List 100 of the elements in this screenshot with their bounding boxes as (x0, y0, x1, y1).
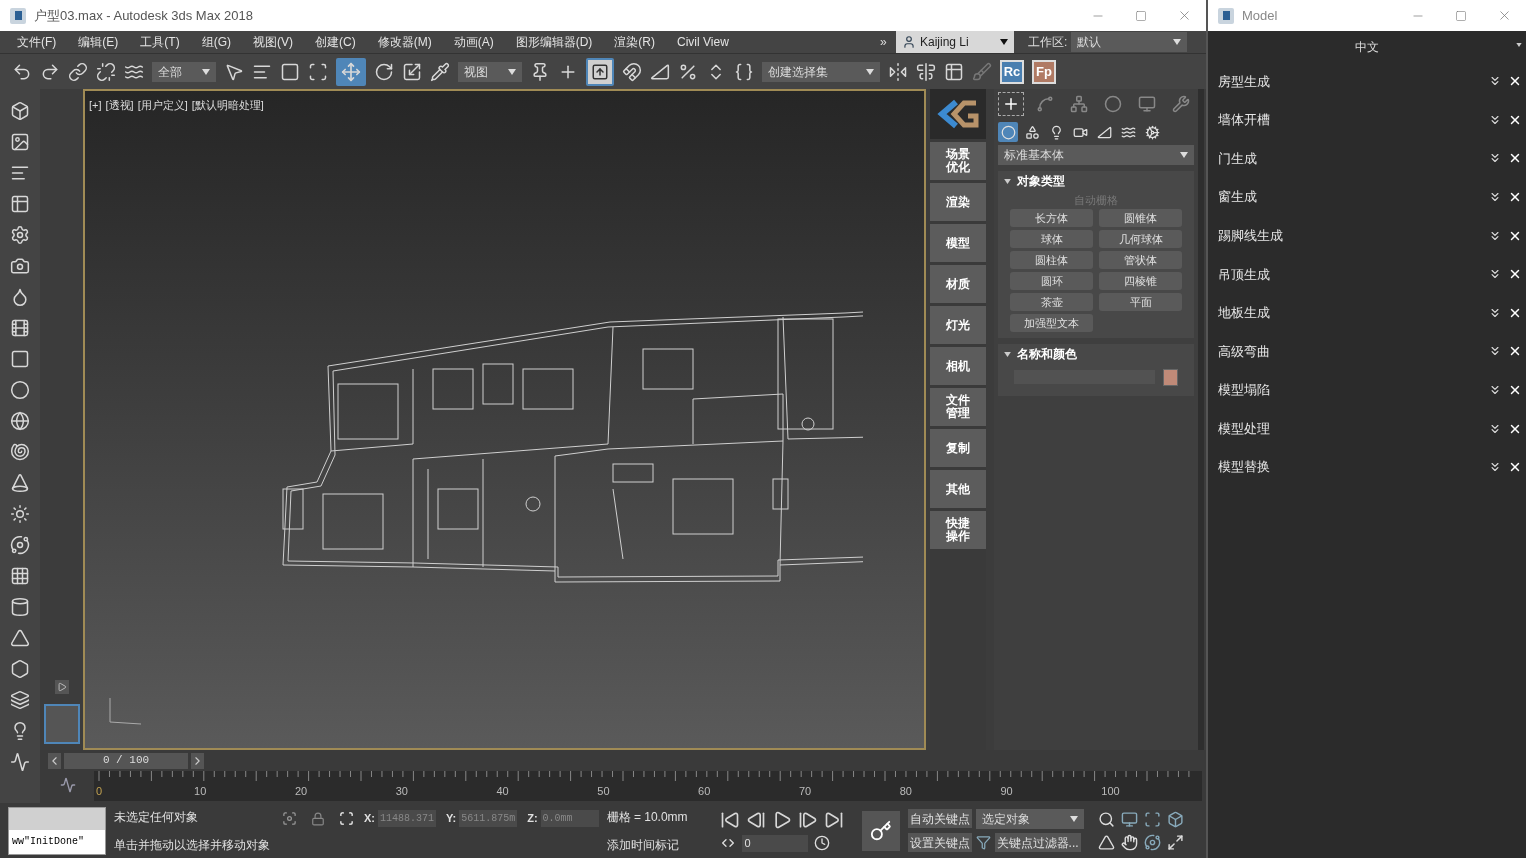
menu-item[interactable]: 文件(F) (17, 33, 57, 51)
menu-item[interactable]: 视图(V) (253, 33, 293, 51)
droplet-icon[interactable] (10, 287, 30, 307)
orbit-icon[interactable] (1143, 833, 1161, 851)
plugin-panel-button[interactable]: 渲染 (930, 183, 986, 221)
language-dropdown[interactable]: 中文 (1355, 37, 1379, 56)
plugin-panel-button[interactable]: 快捷操作 (930, 511, 986, 549)
module-item[interactable]: 吊顶生成 (1218, 264, 1488, 284)
viewport-thumbnail[interactable] (43, 704, 80, 744)
close-button[interactable] (1177, 8, 1192, 23)
track-bar[interactable]: 0 10 20 30 40 50 60 70 80 90 100 (94, 771, 1202, 801)
menu-item[interactable]: 修改器(M) (377, 33, 432, 51)
curve-editor-icon[interactable] (60, 777, 76, 793)
rollout-title[interactable]: 对象类型 (1017, 172, 1065, 190)
primitive-button[interactable]: 球体 (1010, 230, 1093, 248)
plugin-button[interactable]: Fp (1032, 59, 1056, 84)
next-frame-button[interactable] (191, 752, 204, 769)
expand-arrow-icon[interactable] (1004, 351, 1011, 357)
command-tab[interactable] (998, 92, 1024, 116)
triangle-icon[interactable] (10, 628, 30, 648)
primitive-button[interactable]: 加强型文本 (1010, 314, 1093, 332)
field-of-view-icon[interactable] (1097, 833, 1115, 851)
menu-overflow-button[interactable]: » (880, 33, 896, 51)
primitive-button[interactable]: 四棱锥 (1099, 272, 1182, 290)
primitive-button[interactable]: 管状体 (1099, 251, 1182, 269)
plugin-button[interactable]: Rc (1000, 59, 1024, 84)
menu-item[interactable]: Civil View (677, 33, 729, 51)
viewport-label[interactable]: [默认明暗处理] (191, 97, 264, 114)
pin-icon[interactable] (530, 61, 550, 82)
maximize-viewport-icon[interactable] (1166, 833, 1184, 851)
zoom-icon[interactable] (1097, 810, 1115, 828)
magnet-icon[interactable] (622, 61, 642, 82)
frame-icon[interactable] (1143, 810, 1161, 828)
module-item[interactable]: 踢脚线生成 (1218, 225, 1488, 246)
module-item[interactable]: 地板生成 (1218, 303, 1488, 323)
plugin-panel-button[interactable]: 灯光 (930, 306, 986, 344)
close-button[interactable] (1497, 8, 1512, 23)
monitor-icon[interactable] (1120, 810, 1138, 828)
cylinder-icon[interactable] (10, 597, 30, 617)
selection-filter-dropdown[interactable]: 全部 (152, 61, 216, 82)
box-icon[interactable] (10, 101, 30, 121)
primitive-button[interactable]: 平面 (1099, 293, 1182, 311)
add-time-tag-button[interactable]: 添加时间标记 (606, 835, 712, 854)
viewport[interactable]: [+] [透视] [用户定义] [默认明暗处理] (83, 89, 926, 750)
shell-icon[interactable] (10, 442, 30, 462)
module-item[interactable]: 模型塌陷 (1218, 380, 1488, 400)
primitive-button[interactable]: 圆锥体 (1099, 209, 1182, 227)
module-item[interactable]: 高级弯曲 (1218, 341, 1488, 362)
viewport-label[interactable]: [用户定义] (137, 97, 188, 114)
frame-field[interactable]: 0 (741, 834, 808, 852)
plugin-panel-button[interactable]: 模型 (930, 224, 986, 262)
set-key-mode-button[interactable]: 设置关键点 (907, 833, 972, 852)
manipulate-button[interactable] (586, 57, 614, 86)
module-item[interactable]: 窗生成 (1218, 187, 1488, 207)
rotate-icon[interactable] (374, 61, 394, 82)
primitive-button[interactable]: 长方体 (1010, 209, 1093, 227)
align-icon[interactable] (916, 61, 936, 82)
menu-item[interactable]: 组(G) (201, 33, 231, 51)
plugin-panel-button[interactable]: 复制 (930, 429, 986, 467)
set-key-button[interactable] (861, 810, 900, 851)
grid-icon[interactable] (10, 566, 30, 586)
menu-item[interactable]: 工具(T) (140, 33, 180, 51)
sphere-icon[interactable] (10, 411, 30, 431)
plugin-panel-button[interactable]: 材质 (930, 265, 986, 303)
primitive-button[interactable]: 圆环 (1010, 272, 1093, 290)
expand-arrow-icon[interactable] (1004, 178, 1011, 184)
module-item[interactable]: 门生成 (1218, 148, 1488, 169)
time-configuration-icon[interactable] (813, 835, 830, 851)
menu-item[interactable]: 图形编辑器(D) (515, 33, 593, 51)
menu-item[interactable]: 创建(C) (315, 33, 356, 51)
image-icon[interactable] (10, 132, 30, 152)
key-filters-button[interactable]: 关键点过滤器... (994, 833, 1081, 852)
previous-frame-button[interactable] (48, 752, 61, 769)
pipette-icon[interactable] (430, 61, 450, 82)
scan-icon[interactable] (308, 61, 328, 82)
plugin-panel-button[interactable]: 文件管理 (930, 388, 986, 426)
logo-icon[interactable] (930, 89, 986, 139)
category-button[interactable] (998, 122, 1018, 142)
braces-icon[interactable] (734, 61, 754, 82)
circle-icon[interactable] (10, 380, 30, 400)
film-icon[interactable] (10, 318, 30, 338)
layers-icon[interactable] (10, 690, 30, 710)
key-target-dropdown[interactable]: 选定对象 (975, 809, 1084, 829)
hexagon-icon[interactable] (10, 659, 30, 679)
viewport-label[interactable]: [+] (89, 97, 102, 114)
absolute-mode-icon[interactable] (339, 811, 354, 826)
coordinate-system-dropdown[interactable]: 视图 (458, 61, 522, 82)
color-swatch[interactable] (1163, 368, 1178, 386)
square-icon[interactable] (280, 61, 300, 82)
module-item[interactable]: 模型处理 (1218, 418, 1488, 439)
menu-item[interactable]: 编辑(E) (78, 33, 119, 51)
isolate-icon[interactable] (282, 811, 297, 826)
next-frame-icon[interactable] (797, 809, 818, 830)
dropdown-arrow-icon[interactable] (1516, 43, 1522, 47)
orbit-icon[interactable] (10, 535, 30, 555)
lock-icon[interactable] (311, 811, 325, 826)
plugin-panel-button[interactable]: 相机 (930, 347, 986, 385)
primitive-button[interactable]: 几何球体 (1099, 230, 1182, 248)
scale-icon[interactable] (402, 61, 422, 82)
square-icon[interactable] (10, 349, 30, 369)
